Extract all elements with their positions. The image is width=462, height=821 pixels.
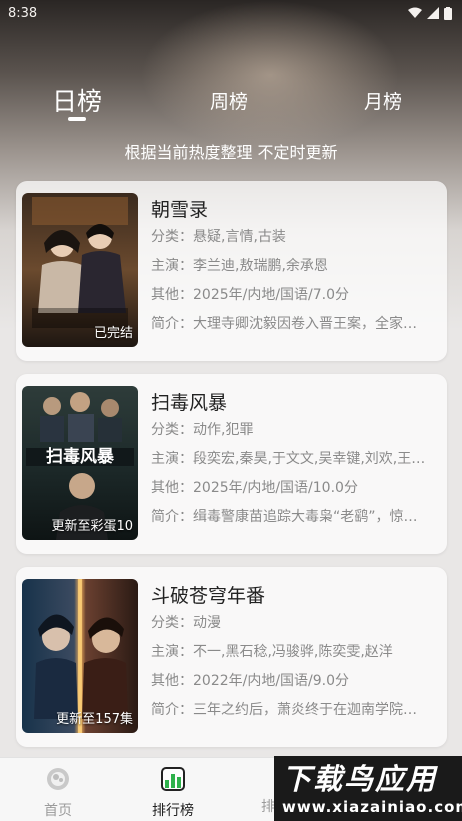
nav-ranking[interactable]: 排行榜 xyxy=(133,766,213,820)
item-intro: 简介：大理寺卿沈毅因卷入晋王案，全家下狱 xyxy=(151,316,426,332)
ranking-subtitle: 根据当前热度整理 不定时更新 xyxy=(124,143,338,162)
battery-icon xyxy=(444,6,452,20)
watermark-brand: 下载鸟应用 xyxy=(282,762,438,796)
item-intro: 简介：缉毒警康苗追踪大毒枭“老鹞”，惊心动魄 xyxy=(151,509,426,525)
item-title[interactable]: 扫毒风暴 xyxy=(151,388,441,416)
poster-image[interactable]: 扫毒风暴 更新至彩蛋10 xyxy=(22,386,138,540)
item-info: 扫毒风暴 分类：动作,犯罪 主演：段奕宏,秦昊,于文文,吴幸键,刘欢,王子奇 其… xyxy=(151,388,441,532)
item-info: 斗破苍穹年番 分类：动漫 主演：不一,黑石稔,冯骏骅,陈奕雯,赵洋 其他：202… xyxy=(151,581,441,725)
item-category: 分类：动漫 xyxy=(151,615,221,631)
watermark-logo: 下载鸟应用 www.xiazainiao.com xyxy=(274,756,462,821)
item-cast: 主演：段奕宏,秦昊,于文文,吴幸键,刘欢,王子奇 xyxy=(151,451,426,467)
list-item[interactable]: 更新至157集 斗破苍穹年番 分类：动漫 主演：不一,黑石稔,冯骏骅,陈奕雯,赵… xyxy=(16,567,447,747)
ranking-tabs: 日榜 周榜 月榜 xyxy=(0,80,462,128)
nav-home[interactable]: 首页 xyxy=(18,766,98,820)
status-badge: 更新至彩蛋10 xyxy=(51,519,133,534)
item-info: 朝雪录 分类：悬疑,言情,古装 主演：李兰迪,敖瑞鹏,余承恩 其他：2025年/… xyxy=(151,195,441,339)
status-icons xyxy=(408,6,452,20)
item-category: 分类：动作,犯罪 xyxy=(151,422,254,438)
poster-image[interactable]: 更新至157集 xyxy=(22,579,138,733)
item-other: 其他：2025年/内地/国语/10.0分 xyxy=(151,480,358,496)
tab-monthly[interactable]: 月榜 xyxy=(364,87,402,114)
item-other: 其他：2025年/内地/国语/7.0分 xyxy=(151,287,350,303)
watermark-url: www.xiazainiao.com xyxy=(282,798,462,816)
status-bar: 8:38 xyxy=(0,0,462,26)
chart-icon xyxy=(161,767,185,791)
item-title[interactable]: 斗破苍穹年番 xyxy=(151,581,441,609)
item-cast: 主演：李兰迪,敖瑞鹏,余承恩 xyxy=(151,258,328,274)
wifi-icon xyxy=(408,7,422,18)
tab-daily[interactable]: 日榜 xyxy=(52,82,102,118)
status-badge: 更新至157集 xyxy=(56,712,133,727)
list-item[interactable]: 已完结 朝雪录 分类：悬疑,言情,古装 主演：李兰迪,敖瑞鹏,余承恩 其他：20… xyxy=(16,181,447,361)
item-intro: 简介：三年之约后，萧炎终于在迦南学院见到了 xyxy=(151,702,426,718)
status-time: 8:38 xyxy=(8,5,38,21)
item-category: 分类：悬疑,言情,古装 xyxy=(151,229,286,245)
tab-weekly[interactable]: 周榜 xyxy=(210,87,248,114)
item-title[interactable]: 朝雪录 xyxy=(151,195,441,223)
nav-ranking-label: 排行榜 xyxy=(152,803,194,819)
list-item[interactable]: 扫毒风暴 更新至彩蛋10 扫毒风暴 分类：动作,犯罪 主演：段奕宏,秦昊,于文文… xyxy=(16,374,447,554)
poster-title-art: 扫毒风暴 xyxy=(46,446,115,467)
active-tab-indicator xyxy=(68,117,86,121)
item-cast: 主演：不一,黑石稔,冯骏骅,陈奕雯,赵洋 xyxy=(151,644,393,660)
poster-image[interactable]: 已完结 xyxy=(22,193,138,347)
home-icon xyxy=(47,768,69,790)
status-badge: 已完结 xyxy=(93,326,133,341)
signal-icon xyxy=(427,7,439,19)
nav-home-label: 首页 xyxy=(44,803,72,819)
item-other: 其他：2022年/内地/国语/9.0分 xyxy=(151,673,350,689)
